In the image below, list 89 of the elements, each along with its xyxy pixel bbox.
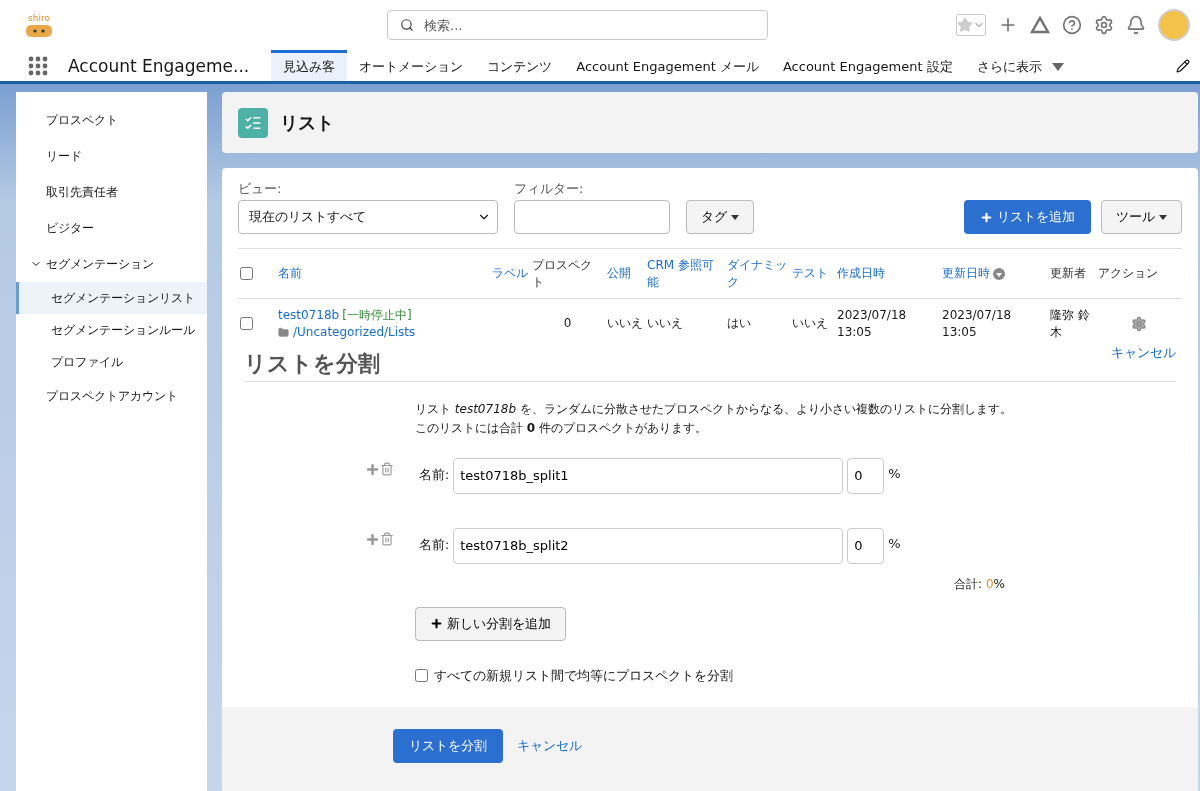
view-select[interactable]: 現在のリストすべて xyxy=(238,200,498,234)
column-header: 更新者 xyxy=(1048,249,1096,299)
list-name-link[interactable]: test0718b xyxy=(278,307,340,324)
add-split-button[interactable]: 新しい分割を追加 xyxy=(415,606,566,641)
sidebar-item[interactable]: セグメンテーション xyxy=(16,246,207,282)
split-list-button[interactable]: リストを分割 xyxy=(393,728,503,763)
column-header: アクション xyxy=(1096,249,1182,299)
app-launcher-icon[interactable] xyxy=(28,55,48,76)
notifications-icon[interactable] xyxy=(1126,15,1146,35)
mountain-icon[interactable] xyxy=(1030,16,1050,34)
description-text: このリストには合計 0 件のプロスペクトがあります。 xyxy=(415,419,708,437)
folder-icon xyxy=(278,326,289,338)
sidebar-item[interactable]: プロファイル xyxy=(16,346,207,378)
table-cell-text: 0 xyxy=(562,315,573,333)
table-cell-text: 隆弥 鈴木 xyxy=(1050,307,1091,341)
sidebar-item[interactable]: リード xyxy=(16,138,207,174)
checkbox-label: すべての新規リスト間で均等にプロスペクトを分割 xyxy=(434,666,733,685)
unit-label: % xyxy=(888,535,901,551)
gear-icon[interactable] xyxy=(1131,315,1147,332)
sidebar-item[interactable]: セグメンテーションリスト xyxy=(16,282,207,314)
plus-icon xyxy=(430,617,443,631)
nav-tab[interactable]: 見込み客 xyxy=(271,50,348,81)
field-label: フィルター: xyxy=(514,180,585,198)
caret-icon xyxy=(1051,63,1064,71)
list-icon xyxy=(238,107,268,138)
column-header[interactable]: 公開 xyxy=(605,249,645,299)
table-cell: いいえ xyxy=(607,315,643,333)
edit-icon[interactable] xyxy=(1176,58,1190,73)
name-input[interactable]: test0718b_split1 xyxy=(453,457,844,494)
cancel-link[interactable]: キャンセル xyxy=(1111,344,1176,362)
star-icon xyxy=(957,17,973,33)
sidebar-item[interactable]: セグメンテーションルール xyxy=(16,314,207,346)
section-title: リストを分割 xyxy=(244,349,380,378)
unit-label: % xyxy=(888,465,901,481)
delete-icon[interactable] xyxy=(380,532,394,547)
field-label: ビュー: xyxy=(238,180,283,198)
help-icon[interactable] xyxy=(1062,15,1082,35)
folder-link[interactable]: /Uncategorized/Lists xyxy=(293,323,416,341)
nav-tab[interactable]: コンテンツ xyxy=(475,50,565,81)
nav-tab[interactable]: さらに表示 xyxy=(964,50,1076,81)
search-input[interactable]: 検索... xyxy=(422,16,755,34)
add-icon[interactable] xyxy=(365,461,380,477)
nav-tab[interactable]: オートメーション xyxy=(347,50,476,81)
select-all-checkbox[interactable] xyxy=(240,267,253,280)
table-cell-text: はい xyxy=(727,315,752,333)
total-text: 合計: 0% xyxy=(954,576,1005,591)
column-header[interactable]: 名前 xyxy=(268,249,490,299)
page-title: リスト xyxy=(280,110,334,135)
column-header[interactable]: 更新日時 xyxy=(940,249,1048,299)
column-header: プロスペクト xyxy=(530,249,605,299)
tag-button[interactable]: タグ xyxy=(686,200,754,234)
sidebar-item[interactable]: プロスペクトアカウント xyxy=(16,378,207,414)
column-header[interactable]: 作成日時 xyxy=(835,249,940,299)
filter-field[interactable] xyxy=(514,200,670,234)
settings-icon[interactable] xyxy=(1094,15,1114,35)
add-icon[interactable] xyxy=(365,531,380,547)
search-field[interactable]: 検索... xyxy=(387,10,768,40)
even-split-checkbox[interactable] xyxy=(415,669,428,683)
nav-tab[interactable]: Account Engagement メール xyxy=(564,50,771,81)
description-text: リスト test0718b を、ランダムに分散させたプロスペクトからなる、より小さい複数のリストに分割します。 xyxy=(415,400,1013,418)
search-icon xyxy=(400,18,414,32)
field-label: 名前: xyxy=(419,467,450,485)
sidebar-item[interactable]: ビジター xyxy=(16,210,207,246)
column-header[interactable]: ラベル xyxy=(490,249,530,299)
tools-button[interactable]: ツール xyxy=(1101,200,1182,234)
row-checkbox[interactable] xyxy=(240,317,253,331)
table-cell-text: いいえ xyxy=(647,315,684,333)
caret-icon xyxy=(1159,214,1167,220)
add-list-button[interactable]: リストを追加 xyxy=(964,200,1091,234)
sidebar-item[interactable]: プロスペクト xyxy=(16,102,207,138)
app-title: Account Engageme... xyxy=(68,55,250,76)
column-header[interactable]: ダイナミック xyxy=(725,249,790,299)
caret-icon xyxy=(731,214,739,220)
table-cell-text: いいえ xyxy=(792,315,829,333)
sidebar-item[interactable]: 取引先責任者 xyxy=(16,174,207,210)
plus-icon xyxy=(980,210,993,224)
column-header[interactable]: CRM 参照可能 xyxy=(645,249,725,299)
column-header[interactable]: テスト xyxy=(790,249,835,299)
status-label: [一時停止中] xyxy=(342,307,412,324)
cancel-link[interactable]: キャンセル xyxy=(517,736,582,755)
percent-input[interactable]: 0 xyxy=(847,527,885,564)
logo: shiro xyxy=(22,13,56,37)
delete-icon[interactable] xyxy=(380,462,394,477)
name-input[interactable]: test0718b_split2 xyxy=(453,527,844,564)
table-cell-text: 2023/07/18 13:05 xyxy=(837,307,908,341)
percent-input[interactable]: 0 xyxy=(847,457,885,494)
field-label: 名前: xyxy=(419,537,450,555)
nav-tab[interactable]: Account Engagement 設定 xyxy=(770,50,965,81)
table-cell-text: 2023/07/18 13:05 xyxy=(942,307,1013,341)
